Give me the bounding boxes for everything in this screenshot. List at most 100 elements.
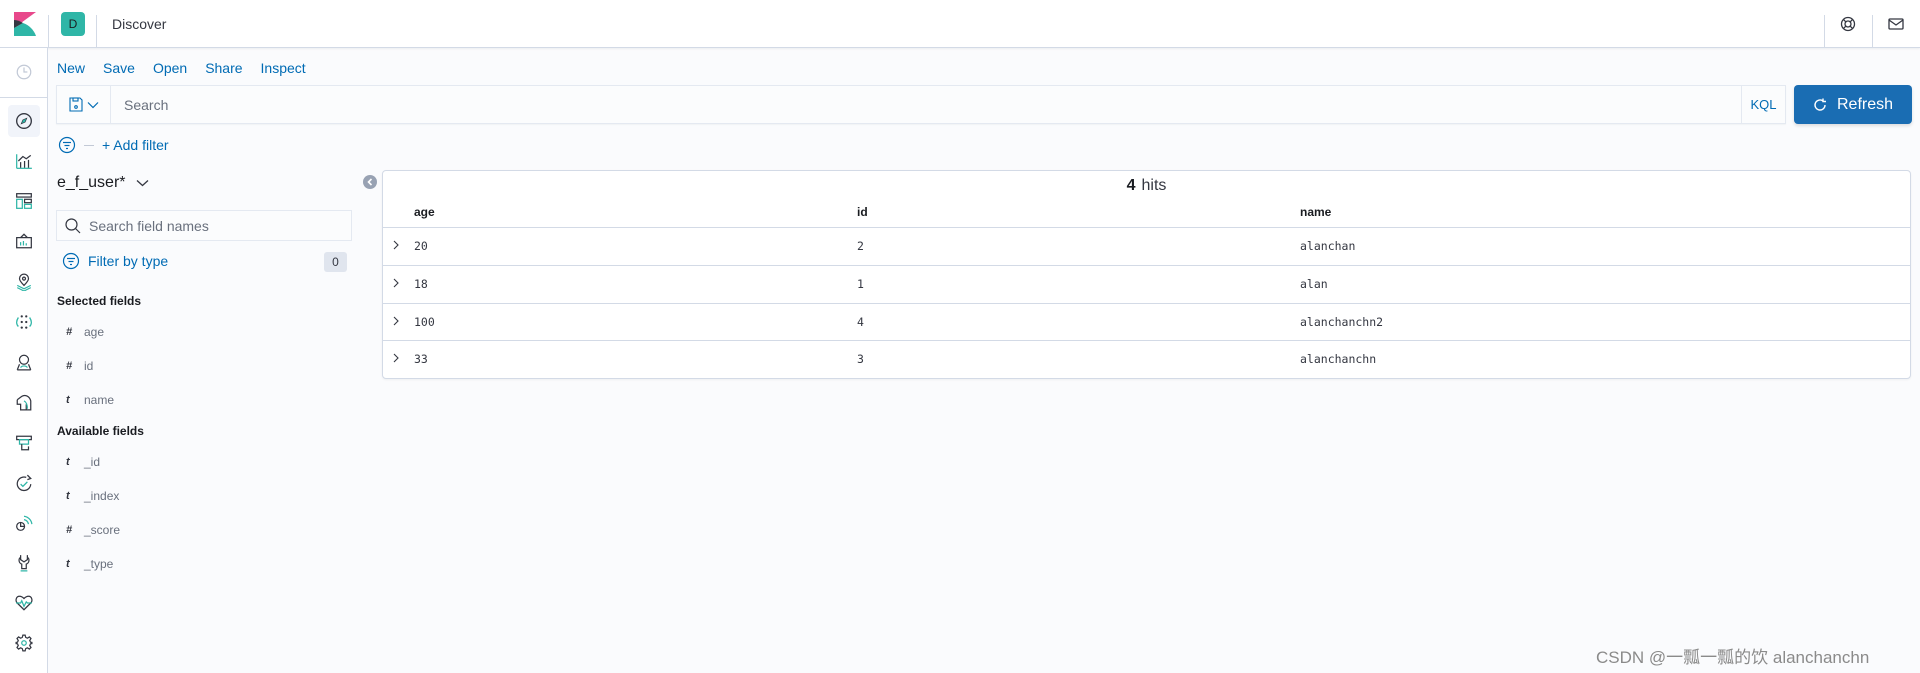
chevron-left-icon	[367, 178, 373, 186]
cell-name: alanchanchn	[1300, 352, 1377, 366]
saved-queries-button[interactable]	[57, 86, 111, 123]
top-nav-menu: New Save Open Share Inspect	[57, 60, 306, 76]
gear-icon	[15, 634, 33, 652]
sidebar-item-siem[interactable]	[8, 346, 40, 378]
newsfeed-mail-icon[interactable]	[1886, 14, 1906, 34]
space-avatar[interactable]: D	[61, 12, 85, 36]
filter-icon[interactable]	[58, 136, 76, 154]
sidebar-item-dev-tools[interactable]	[8, 547, 40, 579]
selected-fields-heading: Selected fields	[57, 294, 142, 308]
sidebar-item-uptime[interactable]	[8, 467, 40, 499]
kibana-logo-icon[interactable]	[14, 12, 36, 36]
cell-id: 3	[857, 352, 864, 366]
field-name: id	[84, 359, 94, 373]
apm-icon	[16, 515, 33, 531]
field-name: _type	[84, 557, 114, 571]
add-filter-button[interactable]: + Add filter	[102, 137, 169, 153]
cell-age: 33	[414, 352, 428, 366]
query-language-toggle[interactable]: KQL	[1741, 86, 1785, 123]
field-item[interactable]: t _index	[66, 489, 119, 503]
refresh-label: Refresh	[1836, 95, 1894, 113]
cell-name: alan	[1300, 277, 1328, 291]
index-pattern-selector[interactable]: e_f_user*	[57, 174, 149, 192]
dashboard-icon	[16, 193, 32, 209]
field-name: _index	[84, 489, 120, 503]
index-pattern-name: e_f_user*	[57, 174, 126, 191]
field-item[interactable]: t _type	[66, 557, 113, 571]
sidebar-item-apm[interactable]	[8, 507, 40, 539]
field-item[interactable]: t name	[66, 393, 114, 407]
monitoring-icon	[15, 595, 33, 611]
help-icon[interactable]	[1838, 14, 1858, 34]
compass-icon	[16, 113, 32, 129]
sidebar-item-visualize[interactable]	[8, 145, 40, 177]
field-item[interactable]: # age	[66, 325, 104, 339]
field-item[interactable]: # _score	[66, 523, 120, 537]
sidebar-divider	[0, 97, 48, 98]
cell-age: 18	[414, 277, 428, 291]
header-divider	[1872, 15, 1873, 48]
table-row: 100 4 alanchanchn2	[383, 303, 1910, 341]
field-item[interactable]: t _id	[66, 455, 100, 469]
number-type-icon: #	[66, 360, 73, 372]
expand-row-icon[interactable]	[390, 351, 402, 365]
sidebar-item-logs[interactable]	[8, 386, 40, 418]
inspect-button[interactable]: Inspect	[261, 60, 306, 76]
expand-row-icon[interactable]	[390, 276, 402, 290]
cell-name: alanchan	[1300, 239, 1356, 253]
number-type-icon: #	[66, 326, 73, 338]
expand-row-icon[interactable]	[390, 314, 402, 328]
table-row: 18 1 alan	[383, 265, 1910, 303]
field-name: name	[84, 393, 115, 407]
column-header-id[interactable]: id	[857, 205, 868, 219]
table-row: 33 3 alanchanchn	[383, 340, 1910, 378]
sidebar-item-dashboard[interactable]	[8, 185, 40, 217]
filter-count-badge: 0	[324, 252, 347, 272]
field-search-box	[56, 210, 352, 241]
cell-age: 100	[414, 315, 435, 329]
search-input[interactable]	[111, 86, 1741, 123]
open-button[interactable]: Open	[153, 60, 187, 76]
recently-viewed-button[interactable]	[8, 56, 40, 88]
sidebar-item-monitoring[interactable]	[8, 587, 40, 619]
column-header-age[interactable]: age	[414, 205, 435, 219]
string-type-icon: t	[66, 394, 70, 406]
sidebar-item-maps[interactable]	[8, 266, 40, 298]
search-icon	[65, 217, 81, 233]
maps-icon	[16, 273, 32, 291]
uptime-icon	[16, 474, 32, 492]
string-type-icon: t	[66, 558, 70, 570]
available-fields-heading: Available fields	[57, 424, 144, 438]
share-button[interactable]: Share	[205, 60, 242, 76]
cell-id: 4	[857, 315, 864, 329]
filter-by-type-button[interactable]: Filter by type	[62, 252, 168, 270]
sidebar-item-discover[interactable]	[8, 105, 40, 137]
header-divider	[1824, 15, 1825, 48]
field-search-input[interactable]	[89, 217, 339, 234]
chevron-down-icon	[87, 101, 98, 108]
string-type-icon: t	[66, 490, 70, 502]
breadcrumb-discover: Discover	[112, 16, 167, 32]
sidebar-item-machine-learning[interactable]	[8, 306, 40, 338]
save-button[interactable]: Save	[103, 60, 135, 76]
new-button[interactable]: New	[57, 60, 85, 76]
column-header-name[interactable]: name	[1300, 205, 1331, 219]
refresh-button[interactable]: Refresh	[1794, 85, 1912, 124]
expand-row-icon[interactable]	[390, 238, 402, 252]
filter-icon	[62, 252, 80, 270]
refresh-icon	[1814, 98, 1826, 111]
top-header: D Discover	[0, 0, 1920, 48]
filter-bar: + Add filter	[58, 136, 169, 154]
field-item[interactable]: # id	[66, 359, 93, 373]
infra-icon	[16, 435, 32, 451]
field-name: age	[84, 325, 105, 339]
collapse-sidebar-button[interactable]	[363, 175, 377, 189]
sidebar-item-management[interactable]	[8, 627, 40, 659]
cell-id: 2	[857, 239, 864, 253]
logs-icon	[16, 394, 32, 411]
sidebar-item-canvas[interactable]	[8, 225, 40, 257]
filter-by-type-label: Filter by type	[88, 253, 169, 269]
number-type-icon: #	[66, 524, 73, 536]
sidebar-item-infrastructure[interactable]	[8, 427, 40, 459]
query-bar: KQL	[56, 85, 1786, 124]
